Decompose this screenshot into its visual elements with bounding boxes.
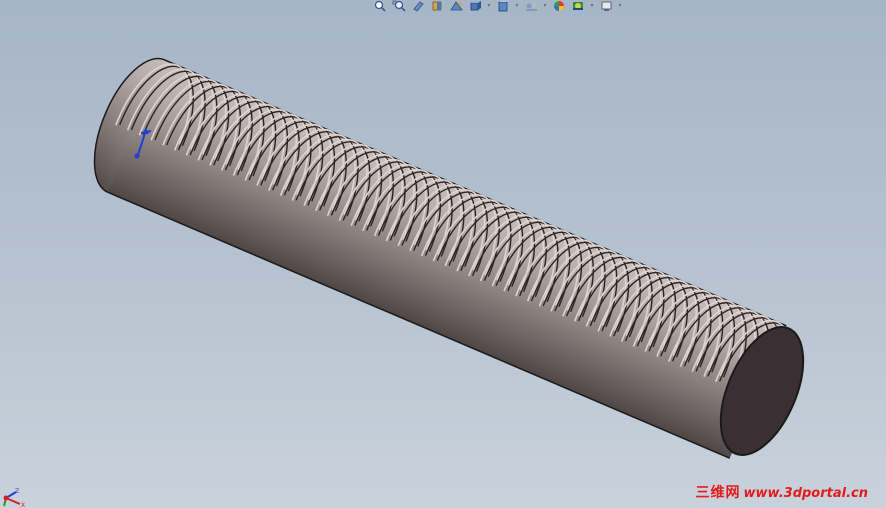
threaded-rod-model[interactable] [0,0,886,508]
watermark: 三维网 www.3dportal.cn [696,482,868,502]
triad-z-label: Z [15,488,19,495]
orientation-triad-icon: Z X [3,488,25,508]
triad-x-label: X [21,502,25,508]
watermark-url: www.3dportal.cn [743,486,868,501]
watermark-cn: 三维网 [695,485,741,501]
graphics-viewport[interactable]: ▾ ▾ ▾ ▾ ▾ Z X 三维网 www.3dportal.cn [0,0,886,508]
